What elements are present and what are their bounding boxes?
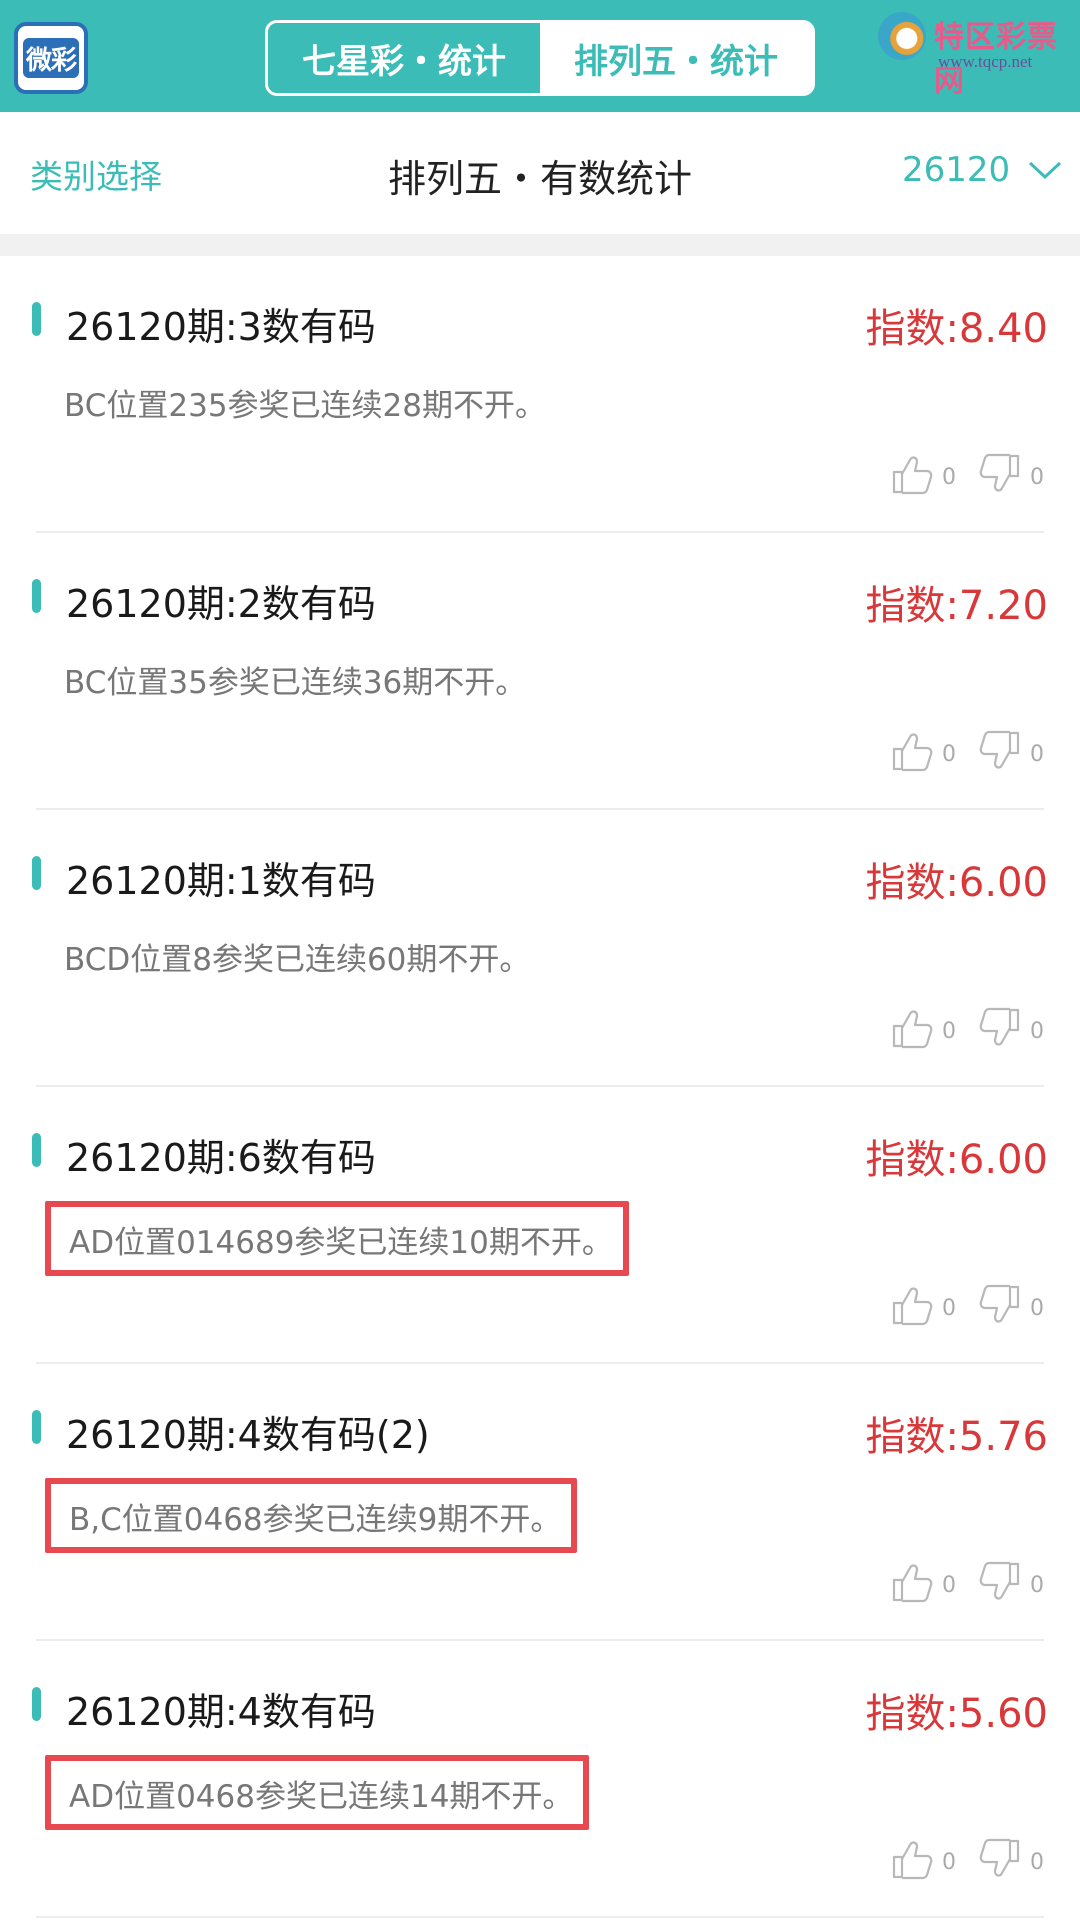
thumbs-down-icon xyxy=(979,453,1020,492)
like-button[interactable]: 0 xyxy=(890,1837,956,1881)
dislike-count: 0 xyxy=(1030,1850,1044,1875)
item-description-highlighted: AD位置0468参奖已连续14期不开。 xyxy=(45,1755,590,1830)
dislike-count: 0 xyxy=(1030,742,1044,767)
item-index: 指数:6.00 xyxy=(865,860,1048,906)
like-count: 0 xyxy=(942,1573,956,1598)
item-description: BC位置235参奖已连续28期不开。 xyxy=(64,388,546,424)
item-title: 26120期:4数有码(2) xyxy=(66,1413,430,1457)
thumbs-up-icon xyxy=(892,1841,933,1880)
vote-bar: 0 0 xyxy=(868,452,1044,496)
thumbs-up-icon xyxy=(892,733,933,772)
tab-qixingcai-stats[interactable]: 七星彩・统计 xyxy=(268,23,540,93)
watermark-url: www.tqcp.net xyxy=(938,52,1033,71)
dislike-count: 0 xyxy=(1030,1296,1044,1321)
thumbs-up-icon xyxy=(892,1287,933,1326)
item-title: 26120期:2数有码 xyxy=(66,582,376,626)
item-index: 指数:5.60 xyxy=(865,1691,1048,1737)
dislike-count: 0 xyxy=(1030,465,1044,490)
like-button[interactable]: 0 xyxy=(890,452,956,496)
like-count: 0 xyxy=(942,465,956,490)
accent-bar xyxy=(32,302,41,336)
item-title: 26120期:4数有码 xyxy=(66,1690,376,1734)
divider xyxy=(36,1916,1044,1918)
list-item[interactable]: 26120期:4数有码(2) 指数:5.76 B,C位置0468参奖已连续9期不… xyxy=(0,1364,1080,1641)
accent-bar xyxy=(32,1410,41,1444)
item-description: BCD位置8参奖已连续60期不开。 xyxy=(64,942,531,978)
stats-tab-switcher: 七星彩・统计 排列五・统计 xyxy=(265,20,815,96)
list-item[interactable]: 26120期:2数有码 指数:7.20 BC位置35参奖已连续36期不开。 0 … xyxy=(0,533,1080,810)
item-title: 26120期:3数有码 xyxy=(66,305,376,349)
chevron-down-icon xyxy=(1029,161,1062,180)
issue-select-dropdown[interactable]: 26120 xyxy=(902,150,1062,190)
list-item[interactable]: 26120期:3数有码 指数:8.40 BC位置235参奖已连续28期不开。 0… xyxy=(0,256,1080,533)
accent-bar xyxy=(32,579,41,613)
accent-bar xyxy=(32,1687,41,1721)
thumbs-up-icon xyxy=(892,456,933,495)
like-button[interactable]: 0 xyxy=(890,729,956,773)
like-button[interactable]: 0 xyxy=(890,1006,956,1050)
item-index: 指数:7.20 xyxy=(865,583,1048,629)
sub-header: 类别选择 排列五・有数统计 26120 xyxy=(0,112,1080,234)
vote-bar: 0 0 xyxy=(868,1006,1044,1050)
item-index: 指数:6.00 xyxy=(865,1137,1048,1183)
thumbs-down-icon xyxy=(979,1007,1020,1046)
thumbs-down-icon xyxy=(979,1284,1020,1323)
app-logo-text: 微彩 xyxy=(23,38,79,78)
like-count: 0 xyxy=(942,1019,956,1044)
item-index: 指数:5.76 xyxy=(865,1414,1048,1460)
issue-number: 26120 xyxy=(902,150,1011,190)
like-count: 0 xyxy=(942,742,956,767)
dislike-button[interactable]: 0 xyxy=(978,1283,1044,1327)
like-count: 0 xyxy=(942,1296,956,1321)
watermark: 特区彩票网 www.tqcp.net xyxy=(878,8,1078,99)
dislike-button[interactable]: 0 xyxy=(978,729,1044,773)
like-count: 0 xyxy=(942,1850,956,1875)
vote-bar: 0 0 xyxy=(868,1283,1044,1327)
item-title: 26120期:1数有码 xyxy=(66,859,376,903)
item-description-highlighted: B,C位置0468参奖已连续9期不开。 xyxy=(45,1478,578,1553)
accent-bar xyxy=(32,856,41,890)
dislike-button[interactable]: 0 xyxy=(978,1560,1044,1604)
section-gap xyxy=(0,234,1080,256)
watermark-swirl-icon xyxy=(878,12,926,60)
item-index: 指数:8.40 xyxy=(865,306,1048,352)
item-description-highlighted: AD位置014689参奖已连续10期不开。 xyxy=(45,1201,629,1276)
thumbs-up-icon xyxy=(892,1564,933,1603)
accent-bar xyxy=(32,1133,41,1167)
list-item[interactable]: 26120期:6数有码 指数:6.00 AD位置014689参奖已连续10期不开… xyxy=(0,1087,1080,1364)
like-button[interactable]: 0 xyxy=(890,1560,956,1604)
dislike-button[interactable]: 0 xyxy=(978,1837,1044,1881)
dislike-count: 0 xyxy=(1030,1573,1044,1598)
vote-bar: 0 0 xyxy=(868,729,1044,773)
thumbs-down-icon xyxy=(979,730,1020,769)
tab-pailiewu-stats[interactable]: 排列五・统计 xyxy=(540,23,812,93)
app-logo[interactable]: 微彩 xyxy=(14,22,88,94)
thumbs-down-icon xyxy=(979,1838,1020,1877)
item-description: BC位置35参奖已连续36期不开。 xyxy=(64,665,527,701)
thumbs-up-icon xyxy=(892,1010,933,1049)
dislike-count: 0 xyxy=(1030,1019,1044,1044)
stat-list: 26120期:3数有码 指数:8.40 BC位置235参奖已连续28期不开。 0… xyxy=(0,256,1080,1918)
dislike-button[interactable]: 0 xyxy=(978,452,1044,496)
like-button[interactable]: 0 xyxy=(890,1283,956,1327)
dislike-button[interactable]: 0 xyxy=(978,1006,1044,1050)
list-item[interactable]: 26120期:4数有码 指数:5.60 AD位置0468参奖已连续14期不开。 … xyxy=(0,1641,1080,1918)
item-title: 26120期:6数有码 xyxy=(66,1136,376,1180)
top-bar: 微彩 七星彩・统计 排列五・统计 特区彩票网 www.tqcp.net xyxy=(0,0,1080,112)
list-item[interactable]: 26120期:1数有码 指数:6.00 BCD位置8参奖已连续60期不开。 0 … xyxy=(0,810,1080,1087)
vote-bar: 0 0 xyxy=(868,1560,1044,1604)
thumbs-down-icon xyxy=(979,1561,1020,1600)
vote-bar: 0 0 xyxy=(868,1837,1044,1881)
